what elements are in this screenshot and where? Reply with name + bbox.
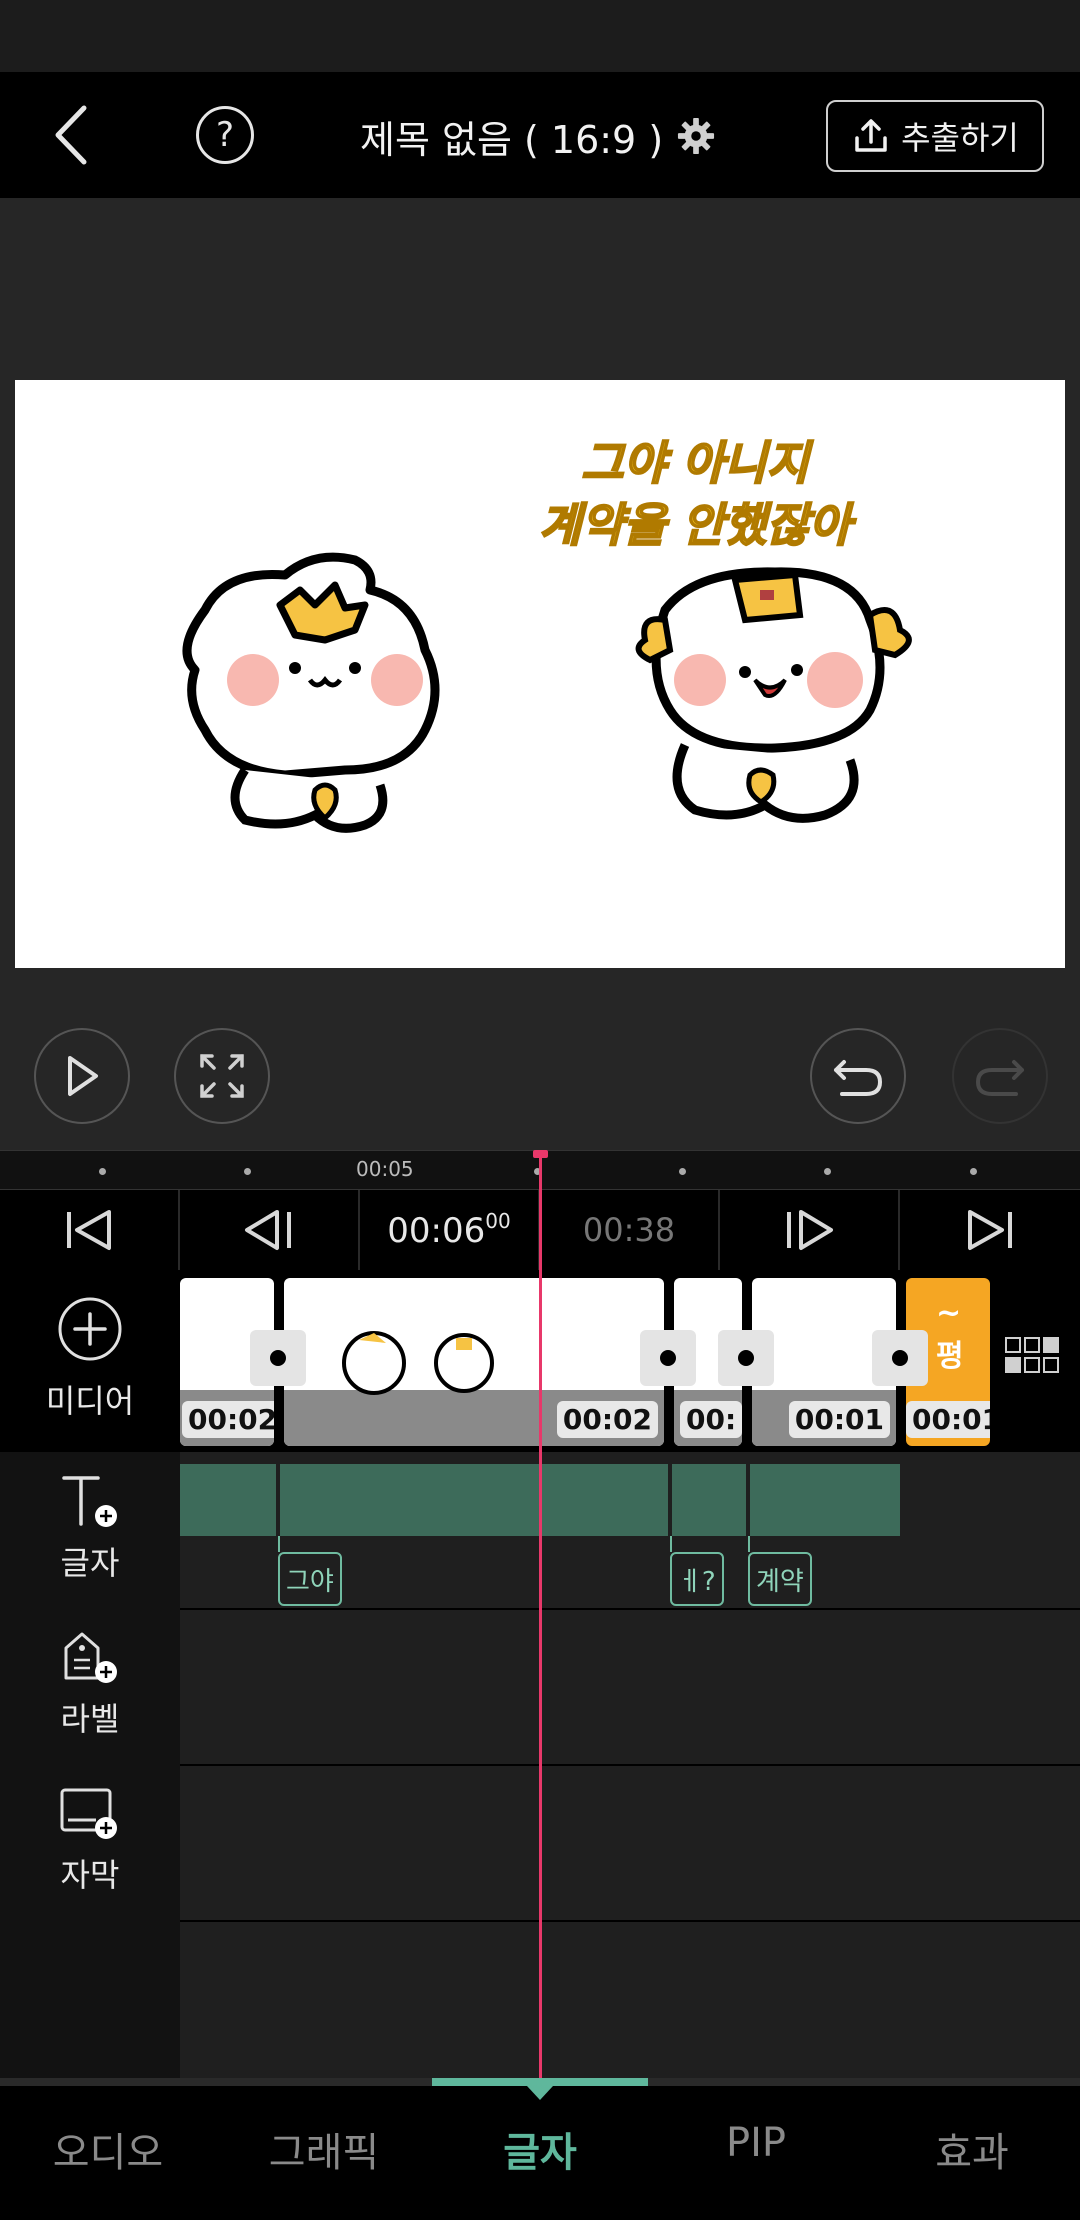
app-root: ? 제목 없음 ( 16:9 ) 추출하기 그야 아니지 계약을 안했잖아 00…: [0, 0, 1080, 2220]
clip-duration: 00:02: [556, 1401, 658, 1438]
media-label: 미디어: [45, 1382, 135, 1420]
grid-icon: [1005, 1337, 1059, 1373]
top-bar: ? 제목 없음 ( 16:9 ) 추출하기: [0, 72, 1080, 198]
caption-line-1: 그야 아니지: [580, 435, 810, 491]
back-button[interactable]: [40, 100, 110, 170]
next-frame-button[interactable]: [720, 1190, 900, 1270]
undo-icon: [834, 1060, 882, 1096]
gear-icon[interactable]: [677, 117, 715, 155]
redo-button[interactable]: [952, 1028, 1048, 1124]
text-track: 그야 ㅔ? 계약: [180, 1452, 1080, 1608]
current-time-display: 00:0600: [360, 1190, 540, 1270]
redo-icon: [976, 1060, 1024, 1096]
help-icon: ?: [215, 115, 235, 155]
ruler-time-label: 00:05: [356, 1157, 414, 1181]
tab-text[interactable]: 글자: [432, 2120, 648, 2178]
text-label: 글자: [60, 1544, 120, 1582]
label-label: 라벨: [60, 1700, 120, 1738]
tag-marker: [670, 1536, 672, 1552]
clip-thumbnail-text: ~ 평: [936, 1296, 964, 1374]
clip-duration: 00:01: [906, 1401, 990, 1438]
transition-handle[interactable]: [250, 1330, 306, 1386]
text-clip-tag[interactable]: 그야: [278, 1552, 342, 1606]
step-forward-icon: [787, 1210, 833, 1250]
tab-audio[interactable]: 오디오: [0, 2120, 216, 2178]
caption-text[interactable]: 그야 아니지 계약을 안했잖아: [435, 432, 955, 556]
ruler-tick: [970, 1168, 977, 1175]
transition-handle[interactable]: [640, 1330, 696, 1386]
bottom-tab-bar: 오디오 그래픽 글자 PIP 효과: [0, 2078, 1080, 2220]
tab-indicator: [432, 2078, 648, 2086]
current-time-frames: 00: [485, 1209, 511, 1233]
grid-view-button[interactable]: [1000, 1336, 1064, 1376]
ruler-tick: [679, 1168, 686, 1175]
ruler-tick: [824, 1168, 831, 1175]
back-arrow-icon: [55, 105, 87, 165]
tab-effects[interactable]: 효과: [864, 2120, 1080, 2178]
tab-pip[interactable]: PIP: [648, 2120, 864, 2166]
upload-icon: [855, 119, 887, 152]
export-label: 추출하기: [901, 119, 1019, 157]
fullscreen-button[interactable]: [174, 1028, 270, 1124]
text-clip-tag[interactable]: ㅔ?: [670, 1552, 724, 1606]
subtitle-track[interactable]: [180, 1766, 1080, 1920]
jump-to-start-button[interactable]: [0, 1190, 180, 1270]
text-clip-tag[interactable]: 계약: [748, 1552, 812, 1606]
project-title-area[interactable]: 제목 없음 ( 16:9 ): [360, 106, 715, 166]
jump-to-end-button[interactable]: [900, 1190, 1080, 1270]
add-text-button[interactable]: 글자: [0, 1472, 180, 1584]
export-button[interactable]: 추출하기: [826, 100, 1044, 172]
subtitle-label: 자막: [60, 1856, 120, 1894]
left-character-illustration: [182, 552, 440, 833]
previous-frame-button[interactable]: [180, 1190, 360, 1270]
media-clip[interactable]: 00:02: [284, 1278, 664, 1446]
skip-to-end-icon: [968, 1210, 1012, 1250]
add-subtitle-button[interactable]: 자막: [0, 1784, 180, 1896]
ruler-tick: [244, 1168, 251, 1175]
play-icon: [68, 1056, 98, 1096]
add-subtitle-icon: [60, 1788, 117, 1839]
text-clip[interactable]: [672, 1464, 746, 1536]
expand-icon: [200, 1054, 244, 1098]
current-time: 00:0600: [387, 1209, 510, 1251]
playhead[interactable]: [539, 1152, 542, 2078]
add-label-icon: [64, 1632, 117, 1683]
total-time: 00:38: [582, 1211, 676, 1249]
step-back-icon: [245, 1210, 291, 1250]
text-clip[interactable]: [180, 1464, 276, 1536]
caption-line-2: 계약을 안했잖아: [538, 497, 852, 553]
tab-graphic[interactable]: 그래픽: [216, 2120, 432, 2178]
project-title: 제목 없음 ( 16:9 ): [360, 117, 664, 162]
add-media-button[interactable]: 미디어: [0, 1296, 180, 1422]
text-clip[interactable]: [280, 1464, 668, 1536]
tag-marker: [748, 1536, 750, 1552]
skip-to-start-icon: [67, 1210, 111, 1250]
text-clip[interactable]: [750, 1464, 900, 1536]
status-bar: [0, 0, 1080, 72]
clip-duration: 00:01: [788, 1401, 890, 1438]
playback-controls: [0, 1010, 1080, 1150]
undo-button[interactable]: [810, 1028, 906, 1124]
add-label-button[interactable]: 라벨: [0, 1628, 180, 1740]
play-button[interactable]: [34, 1028, 130, 1124]
video-preview[interactable]: 그야 아니지 계약을 안했잖아: [15, 380, 1065, 968]
current-time-value: 00:06: [387, 1211, 486, 1251]
plus-circle-icon: [58, 1297, 122, 1361]
clip-duration: 00:: [680, 1401, 742, 1438]
preview-area: 그야 아니지 계약을 안했잖아: [0, 198, 1080, 1150]
transition-handle[interactable]: [872, 1330, 928, 1386]
total-time-display: 00:38: [540, 1190, 720, 1270]
transition-handle[interactable]: [718, 1330, 774, 1386]
right-character-illustration: [635, 567, 912, 823]
clip-duration: 00:02: [182, 1401, 274, 1438]
tag-marker: [278, 1536, 280, 1552]
clip-thumbnail: [342, 1331, 494, 1395]
tab-indicator-caret: [527, 2086, 553, 2100]
add-text-icon: [62, 1476, 117, 1527]
label-track[interactable]: [180, 1610, 1080, 1764]
help-button[interactable]: ?: [196, 106, 254, 164]
ruler-tick: [99, 1168, 106, 1175]
empty-track: [180, 1922, 1080, 2078]
